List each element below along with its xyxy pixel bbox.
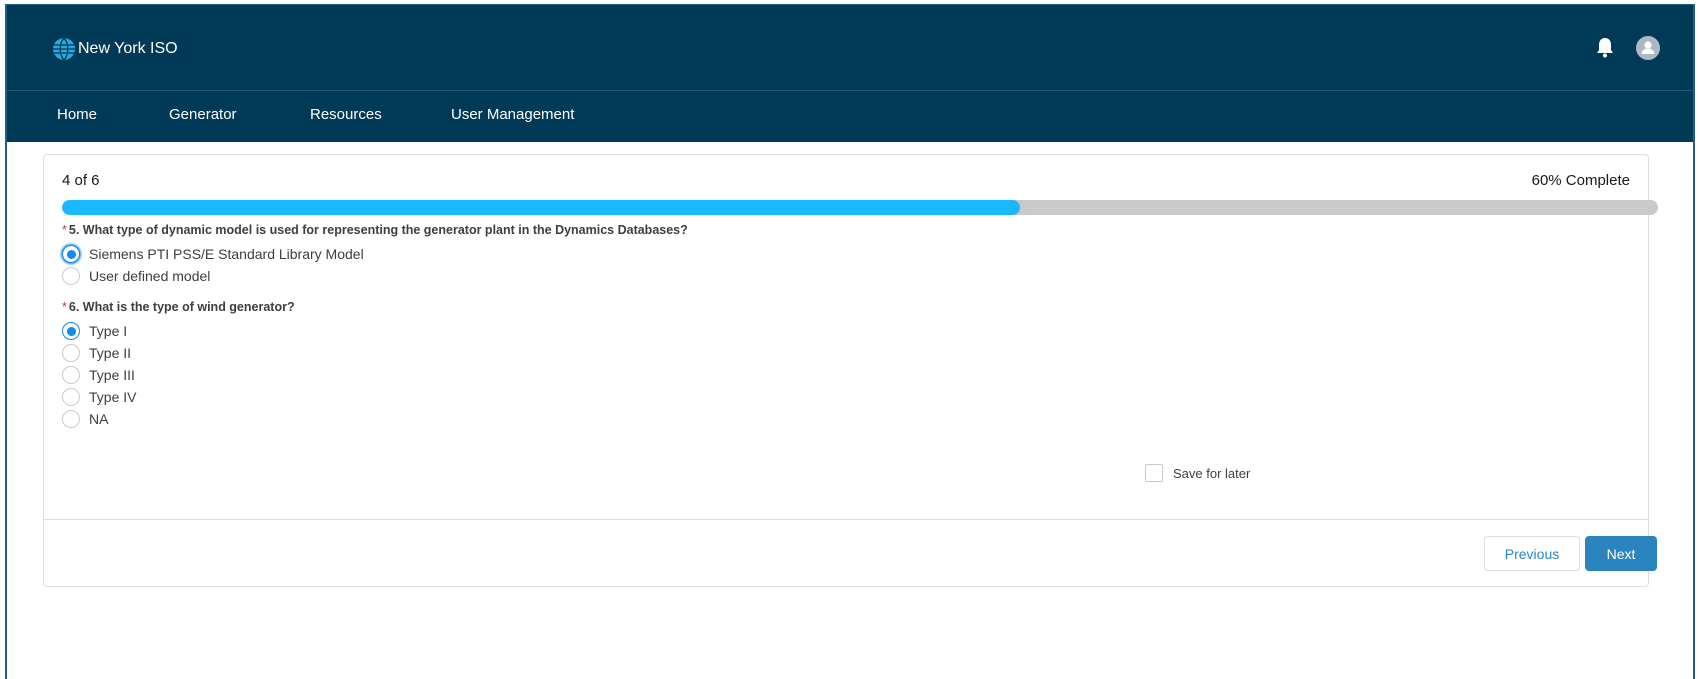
- option-na[interactable]: NA: [62, 410, 108, 428]
- required-marker: *: [62, 300, 67, 314]
- radio-button[interactable]: [62, 267, 80, 285]
- option-siemens-pti[interactable]: Siemens PTI PSS/E Standard Library Model: [62, 245, 364, 263]
- nav-item-home[interactable]: Home: [57, 106, 97, 123]
- option-type-i[interactable]: Type I: [62, 322, 127, 340]
- nav-item-user-management[interactable]: User Management: [451, 106, 574, 123]
- save-for-later[interactable]: Save for later: [1145, 464, 1250, 482]
- previous-button[interactable]: Previous: [1484, 536, 1580, 571]
- option-type-iv[interactable]: Type IV: [62, 388, 136, 406]
- next-button[interactable]: Next: [1585, 536, 1657, 571]
- question-label: 6. What is the type of wind generator?: [68, 300, 295, 314]
- radio-button-selected[interactable]: [62, 245, 80, 263]
- user-avatar-icon[interactable]: [1636, 36, 1660, 60]
- option-type-ii[interactable]: Type II: [62, 344, 131, 362]
- option-label: Type IV: [89, 389, 137, 405]
- brand-name: New York ISO: [78, 40, 178, 57]
- bell-icon[interactable]: [1593, 35, 1617, 59]
- option-label: Type III: [89, 367, 135, 383]
- radio-button[interactable]: [62, 388, 80, 406]
- option-label: Type I: [89, 323, 128, 339]
- wizard-card: 4 of 6 60% Complete * 5. What type of dyn…: [43, 154, 1658, 587]
- nav-item-resources[interactable]: Resources: [310, 106, 382, 123]
- option-label: NA: [89, 411, 109, 427]
- brand-logo[interactable]: New York ISO: [52, 37, 178, 61]
- globe-icon: [53, 37, 75, 61]
- option-type-iii[interactable]: Type III: [62, 366, 135, 384]
- top-header: New York ISO: [7, 5, 1693, 90]
- save-for-later-checkbox[interactable]: [1145, 464, 1163, 482]
- question-label: 5. What type of dynamic model is used fo…: [68, 223, 688, 237]
- save-for-later-label: Save for later: [1173, 465, 1251, 481]
- required-marker: *: [62, 223, 67, 237]
- radio-button[interactable]: [62, 344, 80, 362]
- nav-item-generator[interactable]: Generator: [169, 106, 237, 123]
- radio-button[interactable]: [62, 410, 80, 428]
- radio-button-selected[interactable]: [62, 322, 80, 340]
- option-label: User defined model: [89, 268, 211, 284]
- progress-bar-fill: [62, 200, 1020, 215]
- footer-divider: [44, 519, 1648, 520]
- question-5: * 5. What type of dynamic model is used f…: [62, 223, 688, 237]
- radio-button[interactable]: [62, 366, 80, 384]
- question-6: * 6. What is the type of wind generator?: [62, 300, 295, 314]
- percent-complete: 60% Complete: [1531, 172, 1630, 189]
- option-label: Siemens PTI PSS/E Standard Library Model: [89, 246, 364, 262]
- option-user-defined[interactable]: User defined model: [62, 267, 210, 285]
- step-indicator: 4 of 6: [62, 172, 100, 189]
- option-label: Type II: [89, 345, 132, 361]
- main-nav: Home Generator Resources User Management: [7, 90, 1693, 142]
- progress-bar: [62, 200, 1658, 215]
